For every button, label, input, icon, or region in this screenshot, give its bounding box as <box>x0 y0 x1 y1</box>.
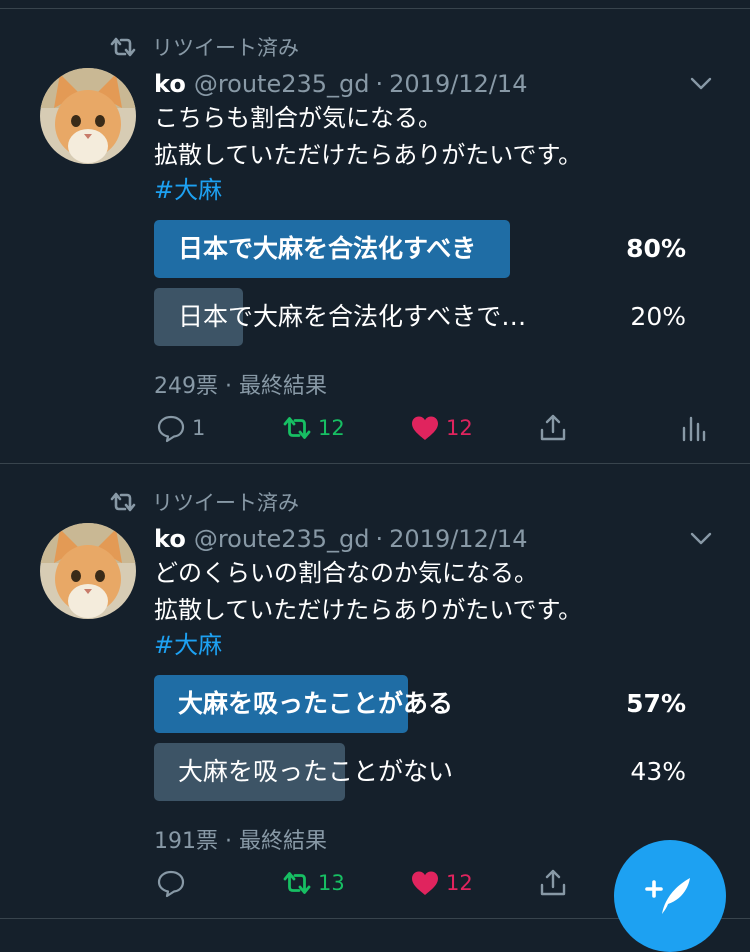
retweet-icon <box>283 872 311 894</box>
retweet-button[interactable]: 13 <box>282 865 345 901</box>
retweet-count: 12 <box>318 416 345 440</box>
hashtag-link[interactable]: #大麻 <box>154 627 222 664</box>
retweet-icon <box>110 37 136 57</box>
share-button[interactable] <box>538 410 568 446</box>
tweet-text-line: 拡散していただけたらありがたいです。 <box>154 141 583 169</box>
poll-option: 日本で大麻を合法化すべきで… 20% <box>154 288 686 346</box>
share-icon <box>540 869 566 896</box>
poll-meta: 191票 · 最終結果 <box>154 829 327 854</box>
heart-icon <box>412 871 438 895</box>
retweet-icon <box>283 417 311 439</box>
author-name[interactable]: ko <box>154 70 186 98</box>
reply-icon <box>157 870 185 898</box>
tweet-text: どのくらいの割合なのか気になる。 拡散していただけたらありがたいです。 <box>154 555 582 629</box>
poll-option-label: 日本で大麻を合法化すべき <box>178 234 477 263</box>
tweet-date[interactable]: 2019/12/14 <box>389 525 527 553</box>
tweet-date[interactable]: 2019/12/14 <box>389 70 527 98</box>
header-separator: · <box>375 525 384 553</box>
avatar[interactable] <box>40 523 136 619</box>
author-handle[interactable]: @route235_gd <box>194 525 370 553</box>
header-separator: · <box>375 70 384 98</box>
poll-option-label: 日本で大麻を合法化すべきで… <box>178 302 527 331</box>
poll-option-label: 大麻を吸ったことがある <box>178 689 454 718</box>
tweet-header: ko @route235_gd · 2019/12/14 <box>154 522 527 556</box>
tweet-text-line: 拡散していただけたらありがたいです。 <box>154 596 583 624</box>
hashtag-link[interactable]: #大麻 <box>154 172 222 209</box>
author-handle[interactable]: @route235_gd <box>194 70 370 98</box>
compose-tweet-button[interactable] <box>614 840 726 952</box>
chevron-down-icon[interactable] <box>688 70 714 96</box>
retweet-count: 13 <box>318 871 345 895</box>
share-button[interactable] <box>538 865 568 901</box>
poll-option-percent: 80% <box>626 234 686 263</box>
poll-option-label: 大麻を吸ったことがない <box>178 757 454 786</box>
retweet-context-label: リツイート済み <box>152 491 299 515</box>
retweet-context: リツイート済み <box>108 32 299 62</box>
heart-icon <box>412 416 438 440</box>
reply-button[interactable] <box>156 865 192 901</box>
reply-count: 1 <box>192 416 206 440</box>
retweet-context: リツイート済み <box>108 487 299 517</box>
poll-option-winner: 大麻を吸ったことがある 57% <box>154 675 686 733</box>
tweet-text-line: こちらも割合が気になる。 <box>154 104 442 132</box>
retweet-icon <box>110 492 136 512</box>
tweet-text: こちらも割合が気になる。 拡散していただけたらありがたいです。 <box>154 100 582 174</box>
analytics-icon <box>682 416 706 442</box>
share-icon <box>540 414 566 441</box>
tweet-text-line: どのくらいの割合なのか気になる。 <box>154 559 538 587</box>
like-count: 12 <box>446 416 473 440</box>
tweet[interactable]: リツイート済み ko @route235_gd · 2019/12/14 こちら… <box>0 10 750 465</box>
tweet-header: ko @route235_gd · 2019/12/14 <box>154 67 527 101</box>
like-button[interactable]: 12 <box>410 410 473 446</box>
poll-meta: 249票 · 最終結果 <box>154 374 327 399</box>
poll-option: 大麻を吸ったことがない 43% <box>154 743 686 801</box>
chevron-down-icon[interactable] <box>688 525 714 551</box>
avatar[interactable] <box>40 68 136 164</box>
poll-option-winner: 日本で大麻を合法化すべき 80% <box>154 220 686 278</box>
author-name[interactable]: ko <box>154 525 186 553</box>
like-button[interactable]: 12 <box>410 865 473 901</box>
like-count: 12 <box>446 871 473 895</box>
retweet-context-label: リツイート済み <box>152 36 299 60</box>
reply-button[interactable]: 1 <box>156 410 205 446</box>
top-border <box>0 8 750 9</box>
compose-tweet-icon <box>645 878 690 914</box>
poll-option-percent: 20% <box>630 302 686 331</box>
analytics-button[interactable] <box>678 410 708 446</box>
retweet-button[interactable]: 12 <box>282 410 345 446</box>
reply-icon <box>157 415 185 443</box>
poll-option-percent: 57% <box>626 689 686 718</box>
tweet-divider <box>0 463 750 464</box>
poll-option-percent: 43% <box>630 757 686 786</box>
